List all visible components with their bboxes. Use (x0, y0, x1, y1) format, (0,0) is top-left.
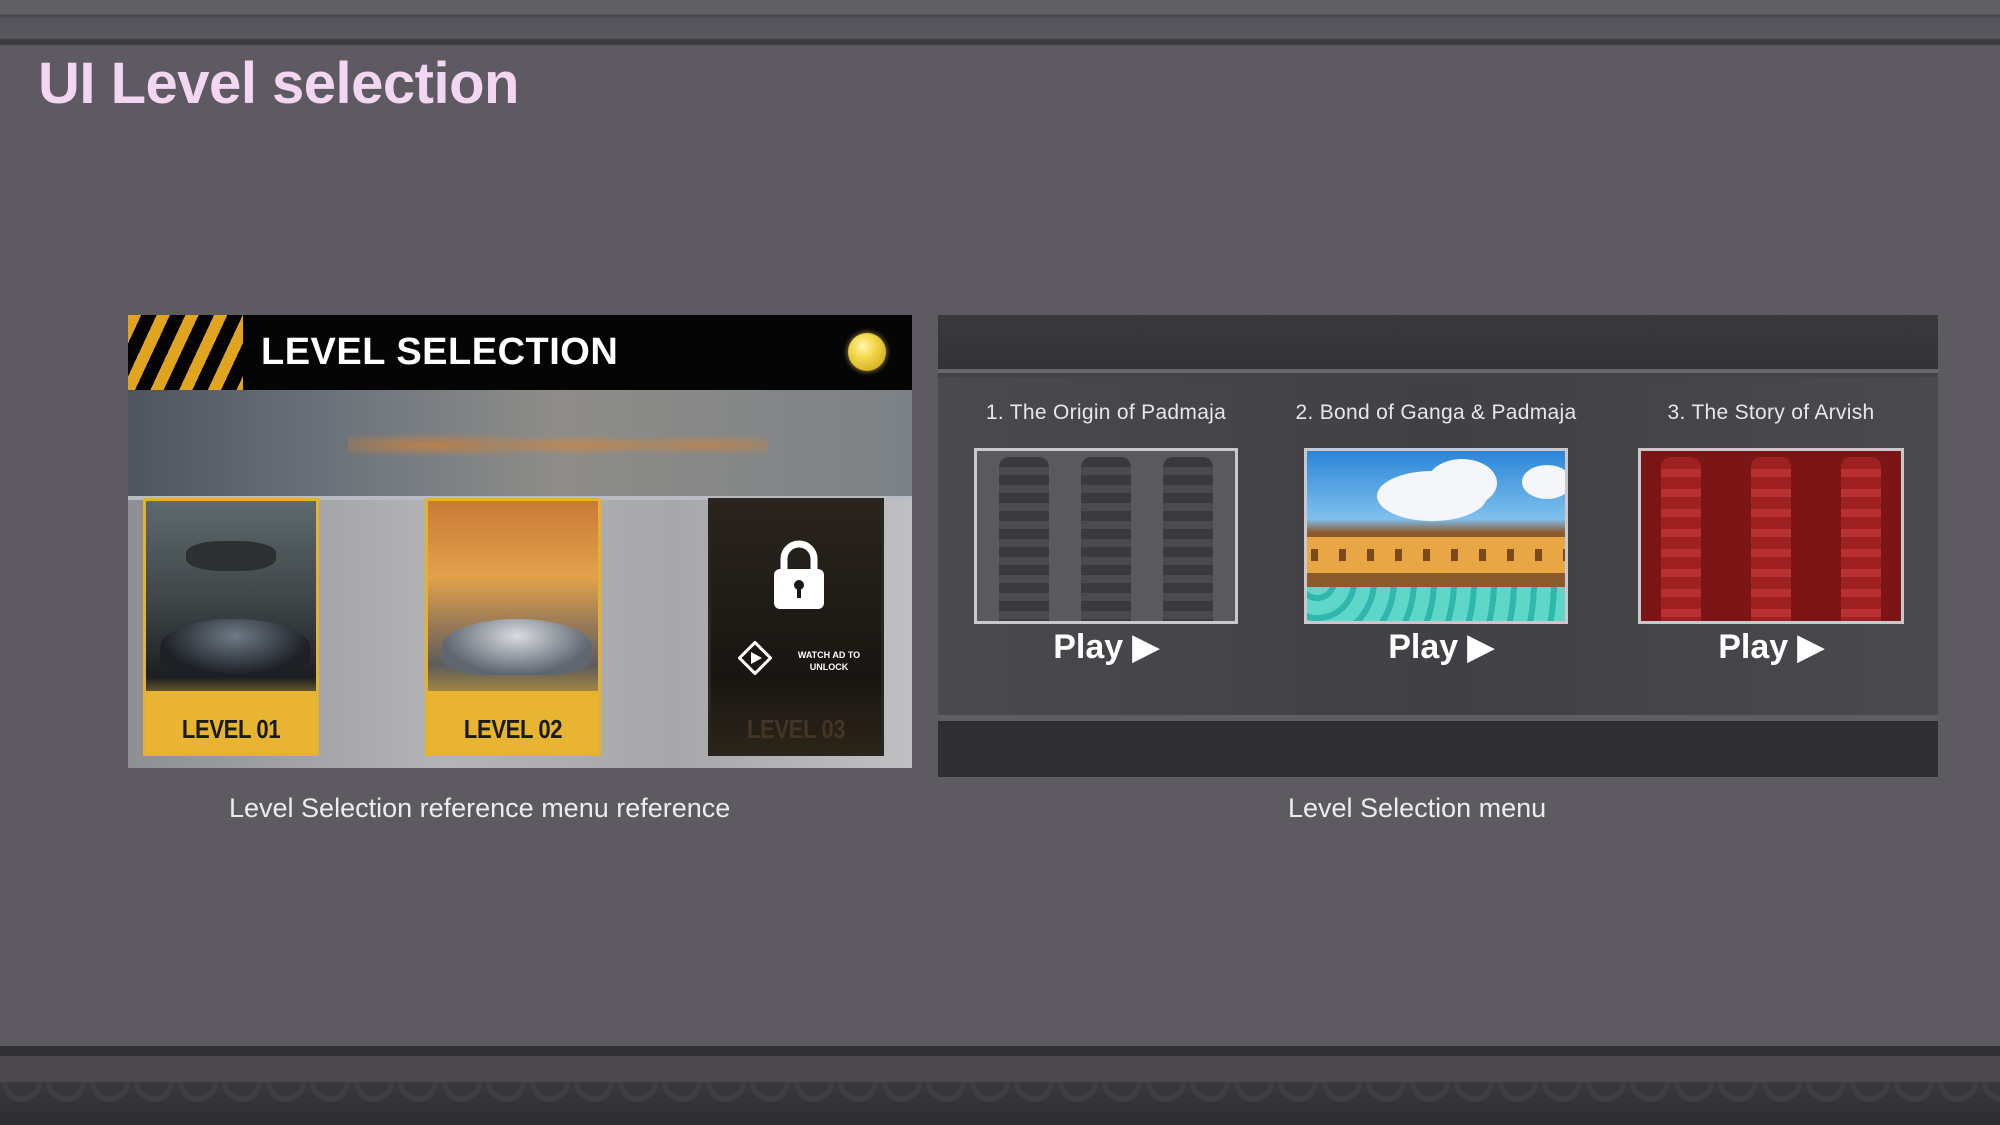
car-image (442, 619, 592, 675)
level-title-2: 2. Bond of Ganga & Padmaja (1295, 401, 1577, 424)
pillar-image (1661, 457, 1701, 621)
menu-top-bar (938, 315, 1938, 373)
lock-icon (774, 540, 824, 609)
water-image (1307, 587, 1565, 621)
watch-ad-icon (738, 641, 772, 675)
level-label: LEVEL 02 (463, 714, 563, 744)
scallop-pattern (0, 1082, 2000, 1125)
level-title-1: 1. The Origin of Padmaja (985, 401, 1227, 424)
reference-level-menu: LEVEL SELECTION LEVEL 01 LEVEL 02 WATCH … (128, 315, 912, 768)
helicopter-image (186, 541, 276, 571)
pillar-image (1081, 457, 1131, 621)
level-title-3: 3. The Story of Arvish (1667, 401, 1875, 424)
menu-caption: Level Selection menu (1288, 793, 1547, 823)
level-thumbnail-2[interactable] (1304, 448, 1568, 624)
car-image (160, 619, 310, 675)
level-card-02[interactable]: LEVEL 02 (425, 498, 601, 756)
reference-caption: Level Selection reference menu reference (229, 793, 731, 823)
watch-ad-text: WATCH AD TO UNLOCK (797, 650, 861, 672)
level-card-01[interactable]: LEVEL 01 (143, 498, 319, 756)
cloud-image (1522, 465, 1565, 499)
top-decorative-band (0, 0, 2000, 46)
pillar-image (999, 457, 1049, 621)
coin-icon[interactable] (848, 333, 886, 371)
level-label: LEVEL 01 (181, 714, 281, 744)
menu-bottom-bar (938, 715, 1938, 777)
level-card-03-locked[interactable]: WATCH AD TO UNLOCK LEVEL 03 (708, 498, 884, 756)
designed-level-menu: 1. The Origin of Padmaja 2. Bond of Gang… (938, 315, 1938, 777)
cloud-image (1427, 459, 1497, 507)
reference-header: LEVEL SELECTION (128, 315, 912, 390)
play-button-2[interactable]: Play ▶ (1311, 627, 1571, 667)
level-thumbnail-1[interactable] (974, 448, 1238, 624)
railing-gaps (1311, 549, 1565, 561)
play-button-3[interactable]: Play ▶ (1641, 627, 1901, 667)
play-button-1[interactable]: Play ▶ (976, 627, 1236, 667)
level-label: LEVEL 03 (746, 714, 846, 744)
hazard-stripes-icon (128, 315, 243, 390)
page-title: UI Level selection (38, 51, 519, 116)
pillar-image (1841, 457, 1881, 621)
bottom-decorative-border (0, 1046, 2000, 1125)
level-thumbnail-3[interactable] (1638, 448, 1904, 624)
reference-banner (128, 390, 912, 500)
pillar-image (1163, 457, 1213, 621)
reference-header-title: LEVEL SELECTION (261, 331, 619, 373)
pillar-image (1751, 457, 1791, 621)
